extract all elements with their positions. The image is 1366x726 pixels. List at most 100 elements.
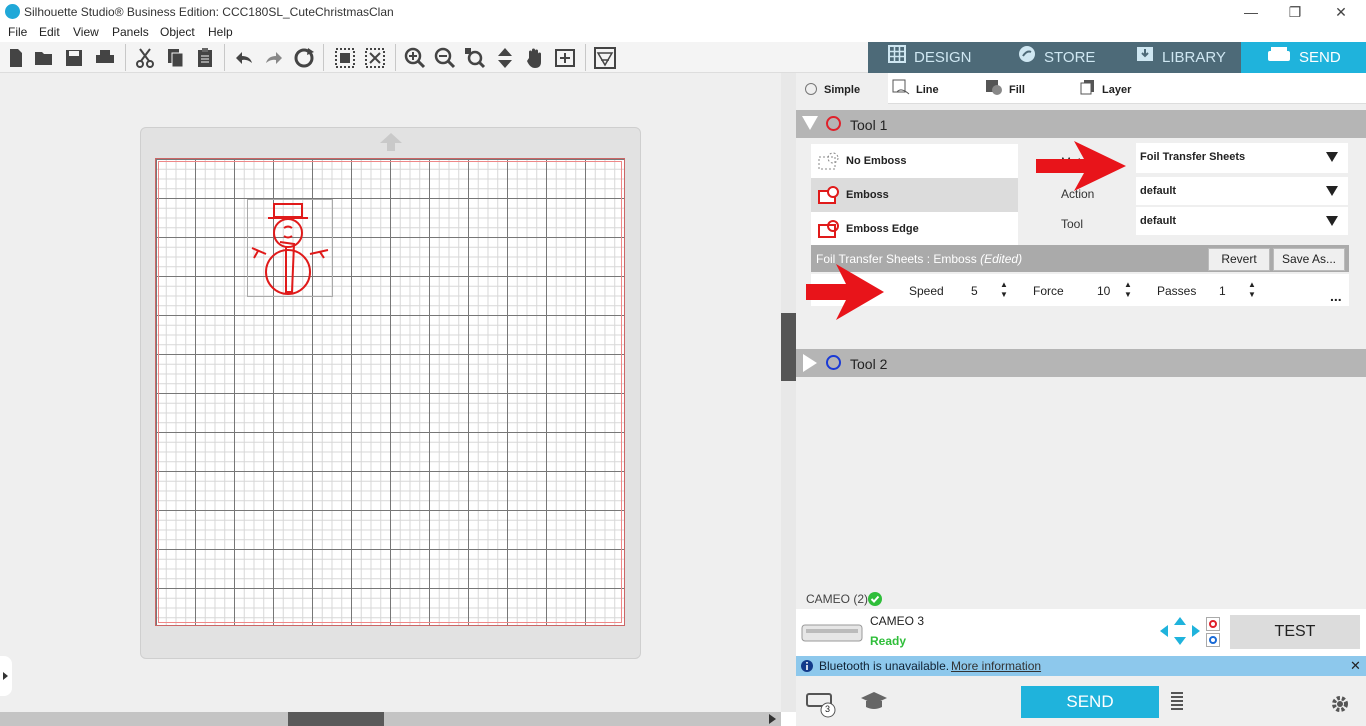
tool1-header[interactable]: Tool 1 bbox=[796, 110, 1366, 138]
tab-line-label: Line bbox=[916, 84, 939, 96]
check-icon bbox=[868, 592, 882, 606]
passes-stepper[interactable]: ▲ ▼ bbox=[1248, 280, 1256, 300]
force-stepper[interactable]: ▲ ▼ bbox=[1124, 280, 1132, 300]
tab-simple[interactable]: Simple bbox=[796, 73, 888, 104]
speed-stepper[interactable]: ▲ ▼ bbox=[1000, 280, 1008, 300]
feed-direction-arrow-icon bbox=[380, 133, 402, 154]
tool-dropdown[interactable]: default bbox=[1136, 207, 1348, 235]
snowman-design[interactable] bbox=[248, 200, 334, 298]
select-all-icon[interactable] bbox=[333, 46, 357, 70]
send-button[interactable]: SEND bbox=[1021, 686, 1159, 718]
zoom-fit-icon[interactable] bbox=[463, 46, 487, 70]
pixscan-icon[interactable] bbox=[593, 46, 617, 70]
tab-design[interactable]: DESIGN bbox=[888, 42, 998, 73]
tool-label: Tool bbox=[1061, 217, 1084, 231]
action-dropdown[interactable]: default bbox=[1136, 177, 1348, 205]
zoom-in-icon[interactable] bbox=[403, 46, 427, 70]
no-emboss-option[interactable]: No Emboss bbox=[811, 144, 1018, 178]
more-options-button[interactable]: ... bbox=[1330, 288, 1342, 304]
tab-send-label: SEND bbox=[1299, 49, 1341, 66]
pan-hand-icon[interactable] bbox=[523, 46, 547, 70]
horizontal-scroll-thumb[interactable] bbox=[288, 712, 384, 726]
scroll-right-icon[interactable] bbox=[767, 714, 777, 724]
copy-icon[interactable] bbox=[163, 46, 187, 70]
tool2-header[interactable]: Tool 2 bbox=[796, 349, 1366, 377]
device-count: CAMEO (2) bbox=[806, 592, 869, 606]
tab-library[interactable]: LIBRARY bbox=[1136, 42, 1246, 73]
redraw-icon[interactable] bbox=[292, 46, 316, 70]
device-status: Ready bbox=[870, 634, 907, 648]
redo-icon[interactable] bbox=[262, 46, 286, 70]
store-icon bbox=[1018, 43, 1036, 74]
test-button[interactable]: TEST bbox=[1230, 615, 1360, 649]
new-file-icon[interactable] bbox=[4, 46, 28, 70]
move-arrows-icon[interactable] bbox=[1160, 617, 1200, 645]
menu-bar: File Edit View Panels Object Help bbox=[0, 24, 1366, 42]
minimize-button[interactable]: — bbox=[1228, 2, 1274, 22]
move-icon[interactable] bbox=[493, 46, 517, 70]
tab-fill[interactable]: Fill bbox=[985, 73, 1071, 104]
close-button[interactable]: ✕ bbox=[1318, 2, 1364, 22]
tab-library-label: LIBRARY bbox=[1162, 49, 1226, 66]
menu-view[interactable]: View bbox=[73, 25, 99, 39]
library-icon bbox=[1136, 43, 1154, 74]
menu-object[interactable]: Object bbox=[160, 25, 195, 39]
tab-layer[interactable]: Layer bbox=[1080, 73, 1170, 104]
action-value: default bbox=[1140, 185, 1177, 197]
tool1-label: Tool 1 bbox=[850, 117, 888, 133]
vertical-scrollbar[interactable] bbox=[781, 73, 796, 712]
cut-border bbox=[158, 161, 622, 623]
silhouette-logo-icon bbox=[5, 4, 20, 19]
selection-box[interactable] bbox=[247, 199, 333, 297]
print-icon[interactable] bbox=[93, 46, 117, 70]
device-row[interactable]: CAMEO 3 Ready TEST bbox=[796, 609, 1366, 656]
close-notice-button[interactable]: ✕ bbox=[1350, 658, 1361, 674]
queue-list-icon[interactable] bbox=[1170, 691, 1184, 713]
fit-page-icon[interactable] bbox=[553, 46, 577, 70]
queue-count-badge: 3 bbox=[825, 704, 831, 714]
tab-send[interactable]: SEND bbox=[1241, 42, 1366, 73]
tab-line[interactable]: Line bbox=[892, 73, 978, 104]
speed-label: Speed bbox=[909, 284, 944, 298]
force-value[interactable]: 10 bbox=[1097, 284, 1110, 298]
more-information-link[interactable]: More information bbox=[951, 659, 1041, 673]
menu-edit[interactable]: Edit bbox=[39, 25, 60, 39]
tab-simple-label: Simple bbox=[824, 84, 861, 96]
panel-toggle[interactable] bbox=[0, 656, 12, 696]
title-bar: Silhouette Studio® Business Edition: CCC… bbox=[0, 0, 1366, 24]
paste-icon[interactable] bbox=[193, 46, 217, 70]
zoom-out-icon[interactable] bbox=[433, 46, 457, 70]
tutorial-cap-icon[interactable] bbox=[860, 690, 888, 712]
preset-edited: (Edited) bbox=[980, 252, 1023, 266]
emboss-option[interactable]: Emboss bbox=[811, 178, 1018, 212]
material-dropdown[interactable]: Foil Transfer Sheets bbox=[1136, 143, 1348, 173]
deselect-icon[interactable] bbox=[363, 46, 387, 70]
menu-panels[interactable]: Panels bbox=[112, 25, 149, 39]
emboss-edge-option[interactable]: Emboss Edge bbox=[811, 212, 1018, 246]
expand-triangle-icon bbox=[803, 354, 817, 372]
speed-value[interactable]: 5 bbox=[971, 284, 978, 298]
passes-value[interactable]: 1 bbox=[1219, 284, 1226, 298]
horizontal-scrollbar[interactable] bbox=[0, 712, 781, 726]
chevron-down-icon bbox=[1326, 186, 1338, 196]
no-emboss-label: No Emboss bbox=[846, 155, 907, 167]
menu-file[interactable]: File bbox=[8, 25, 27, 39]
cut-icon[interactable] bbox=[133, 46, 157, 70]
tool-value: default bbox=[1140, 215, 1177, 227]
emboss-label: Emboss bbox=[846, 189, 889, 201]
chevron-down-icon bbox=[1326, 152, 1338, 162]
tab-fill-label: Fill bbox=[1009, 84, 1025, 96]
emboss-edge-label: Emboss Edge bbox=[846, 223, 919, 235]
toolbar bbox=[0, 42, 868, 73]
save-icon[interactable] bbox=[62, 46, 86, 70]
gear-icon[interactable] bbox=[1330, 694, 1350, 714]
tab-store[interactable]: STORE bbox=[1018, 42, 1128, 73]
send-queue-icon[interactable] bbox=[806, 690, 838, 718]
restore-button[interactable]: ❐ bbox=[1272, 2, 1318, 22]
menu-help[interactable]: Help bbox=[208, 25, 233, 39]
save-as-button[interactable]: Save As... bbox=[1273, 248, 1345, 271]
undo-icon[interactable] bbox=[232, 46, 256, 70]
vertical-scroll-thumb[interactable] bbox=[781, 313, 796, 381]
revert-button[interactable]: Revert bbox=[1208, 248, 1270, 271]
open-folder-icon[interactable] bbox=[32, 46, 56, 70]
